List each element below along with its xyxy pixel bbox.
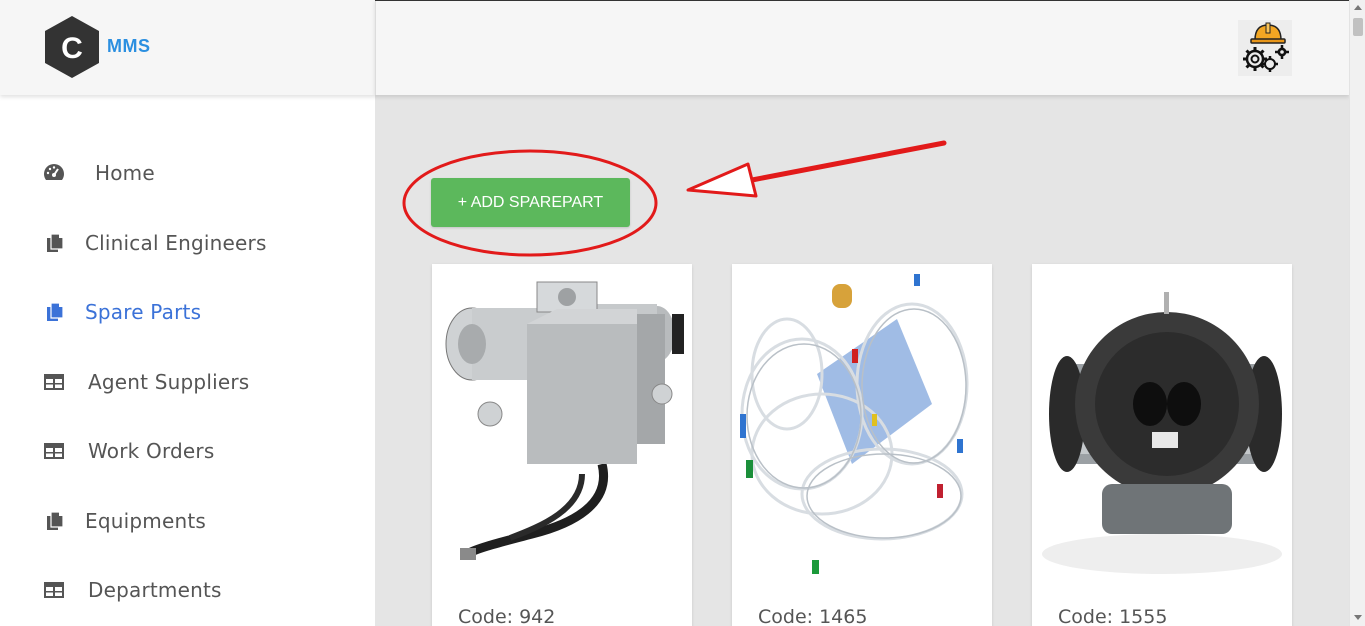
sidebar-item-label: Clinical Engineers [85,231,267,255]
sidebar: C MMS Home Clinical Engineers Spare Part… [0,0,375,626]
sparepart-code: Code: 1555 [1058,606,1168,626]
sidebar-item-agent-suppliers[interactable]: Agent Suppliers [0,354,375,410]
engineer-gear-icon[interactable] [1238,20,1292,76]
sparepart-card[interactable]: Code: 1465 [732,264,992,626]
dashboard-icon [43,162,65,184]
top-border-line [375,0,1365,1]
tubing-set-image-icon [732,264,992,578]
table-icon [43,371,65,393]
sparepart-code: Code: 942 [458,606,556,626]
files-icon [44,232,66,254]
sidebar-item-work-orders[interactable]: Work Orders [0,423,375,479]
svg-text:C: C [61,32,83,65]
sidebar-item-home[interactable]: Home [0,145,375,201]
scroll-up-arrow-icon[interactable] [1354,5,1362,10]
scrollbar-thumb[interactable] [1353,18,1363,36]
files-icon [44,301,66,323]
vacuum-pump-image-icon [432,264,692,578]
sidebar-item-label: Agent Suppliers [88,370,250,394]
sparepart-card[interactable]: Code: 1555 [1032,264,1292,626]
hexagon-c-logo-icon[interactable]: C [42,14,102,80]
sidebar-item-label: Home [95,161,155,185]
sidebar-item-label: Spare Parts [85,300,202,324]
add-sparepart-button[interactable]: + ADD SPAREPART [431,178,630,227]
sidebar-item-equipments[interactable]: Equipments [0,493,375,549]
sidebar-item-label: Work Orders [88,439,215,463]
brand-header: C MMS [0,0,375,95]
annotation-arrow-icon [686,140,947,198]
top-navbar [375,0,1349,95]
sidebar-item-spare-parts[interactable]: Spare Parts [0,284,375,340]
table-icon [43,440,65,462]
scroll-down-arrow-icon[interactable] [1354,615,1362,620]
sparepart-code: Code: 1465 [758,606,868,626]
sidebar-item-label: Departments [88,578,222,602]
page-scrollbar[interactable] [1349,0,1365,626]
sidebar-item-clinical-engineers[interactable]: Clinical Engineers [0,215,375,271]
sidebar-item-label: Equipments [85,509,206,533]
brand-name[interactable]: MMS [107,36,151,57]
sidebar-item-departments[interactable]: Departments [0,562,375,618]
optical-adapter-image-icon [1032,264,1292,578]
table-icon [43,579,65,601]
sparepart-card[interactable]: Code: 942 [432,264,692,626]
files-icon [44,510,66,532]
